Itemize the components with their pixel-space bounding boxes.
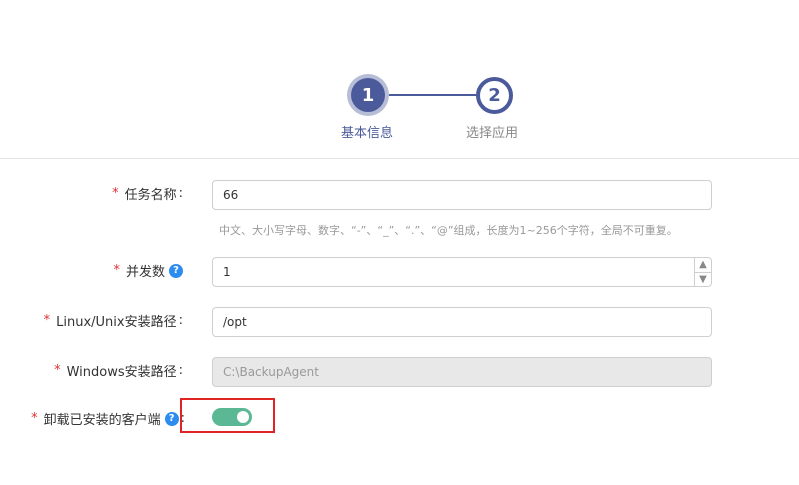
concurrency-label: * 并发数 ? [113, 261, 183, 280]
concurrency-input[interactable]: 1 ▲ ▼ [212, 257, 712, 287]
required-mark: * [43, 313, 51, 328]
stepper: 1 2 基本信息 选择应用 [0, 0, 799, 158]
linux-path-label: * Linux/Unix安装路径: [43, 313, 183, 330]
linux-path-input[interactable]: /opt [212, 307, 712, 337]
required-mark: * [31, 411, 38, 426]
task-name-hint: 中文、大小写字母、数字、“-”、“_”、“.”、“@”组成，长度为1~256个字… [219, 224, 678, 237]
step-2-circle[interactable]: 2 [476, 77, 513, 114]
windows-path-input: C:\BackupAgent [212, 357, 712, 387]
task-name-label: * 任务名称: [112, 186, 183, 203]
uninstall-toggle[interactable] [212, 408, 252, 426]
required-mark: * [54, 363, 61, 378]
spin-down-icon[interactable]: ▼ [695, 273, 711, 287]
step-2-label: 选择应用 [466, 126, 519, 141]
spin-up-icon[interactable]: ▲ [695, 258, 711, 273]
help-icon[interactable]: ? [169, 263, 183, 278]
required-mark: * [113, 263, 120, 278]
task-name-input[interactable]: 66 [212, 180, 712, 210]
step-1-label: 基本信息 [341, 126, 394, 141]
required-mark: * [112, 186, 119, 201]
toggle-knob [237, 411, 249, 423]
help-icon[interactable]: ? [164, 411, 179, 426]
windows-path-label: * Windows安装路径: [54, 363, 183, 380]
step-connector [389, 94, 476, 96]
step-1-circle[interactable]: 1 [351, 78, 385, 112]
concurrency-spinner: ▲ ▼ [694, 258, 711, 286]
uninstall-label: * 卸载已安装的客户端 ?: [31, 411, 185, 428]
divider [0, 158, 799, 159]
